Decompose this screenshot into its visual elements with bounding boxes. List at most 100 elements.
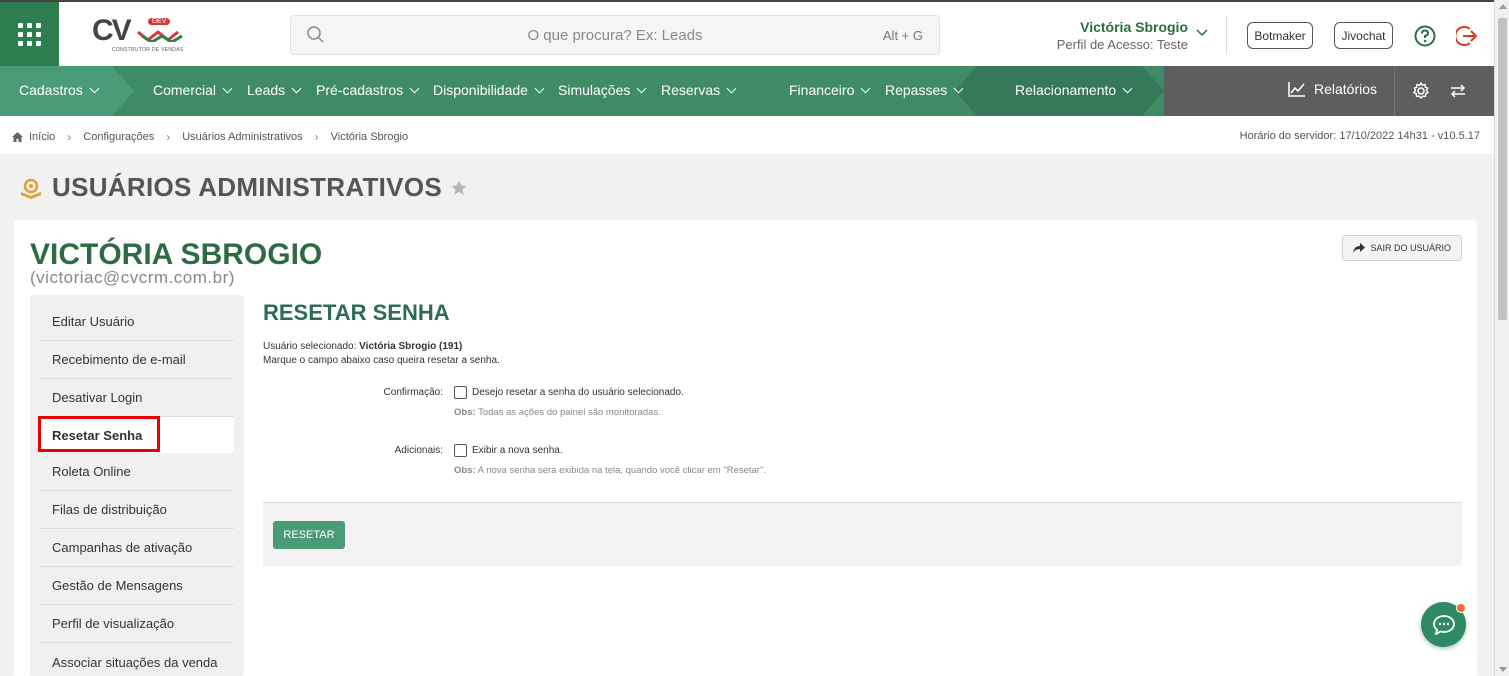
jivochat-button[interactable]: Jivochat [1334,22,1393,49]
chevron-down-icon [1122,83,1133,93]
user-title: VICTÓRIA SBROGIO [30,238,323,271]
nav-label: Financeiro [789,82,855,98]
form-title: RESETAR SENHA [263,300,450,325]
divider [1394,66,1395,116]
sidebar-item-recebimento-email[interactable]: Recebimento de e-mail [40,341,234,379]
obs-label: Obs: [454,465,476,476]
nav-cadastros[interactable]: Cadastros [19,82,100,98]
botmaker-button[interactable]: Botmaker [1247,22,1313,49]
chevron-right-icon: › [67,130,72,144]
scroll-up-icon[interactable] [1499,4,1507,9]
search-input[interactable]: O que procura? Ex: Leads Alt + G [290,15,940,55]
instruction-text: Marque o campo abaixo caso queira reseta… [263,355,500,366]
page-header: USUÁRIOS ADMINISTRATIVOS [18,172,468,203]
sidebar-item-filas-distribuicao[interactable]: Filas de distribuição [40,491,234,529]
sidebar-item-perfil-visualizacao[interactable]: Perfil de visualização [40,605,234,643]
logo[interactable]: CV DEV CONSTRUTOR DE VENDAS [92,14,192,58]
breadcrumb-item[interactable]: Usuários Administrativos [182,131,302,143]
nav-relacionamento[interactable]: Relacionamento [1015,82,1133,98]
star-icon[interactable] [450,179,468,197]
logout-icon[interactable] [1456,25,1478,47]
scroll-thumb[interactable] [1498,18,1507,320]
obs-label: Obs: [454,407,476,418]
user-email: (victoriac@cvcrm.com.br) [30,268,235,287]
logo-dev-badge: DEV [148,18,171,25]
chevron-down-icon [636,83,647,93]
page-title: USUÁRIOS ADMINISTRATIVOS [52,172,442,202]
logo-wave-icon [137,30,183,42]
breadcrumb: Início › Configurações › Usuários Admini… [12,130,408,144]
show-password-checkbox[interactable] [454,444,467,457]
chevron-down-icon [726,83,737,93]
nav-label: Repasses [885,82,948,98]
chevron-right-icon: › [166,130,171,144]
breadcrumb-item: Victória Sbrogio [330,131,409,143]
search-icon [307,26,324,43]
chart-line-icon [1288,82,1305,97]
chevron-down-icon [89,83,100,93]
grid-icon [18,22,41,46]
user-menu[interactable]: Victória Sbrogio Perfil de Acesso: Teste [1057,19,1188,52]
chevron-down-icon [291,83,302,93]
notification-dot [1456,603,1466,613]
selected-user-line: Usuário selecionado: Victória Sbrogio (1… [263,341,462,352]
nav-comercial[interactable]: Comercial [153,82,233,98]
top-bar: CV DEV CONSTRUTOR DE VENDAS O que procur… [0,0,1494,66]
swap-icon[interactable] [1450,84,1466,98]
breadcrumb-item[interactable]: Configurações [83,131,154,143]
chevron-down-icon [222,83,233,93]
nav-pre-cadastros[interactable]: Pré-cadastros [316,82,420,98]
confirm-obs: Obs: Todas as ações do painel são monito… [454,407,661,418]
chevron-down-icon [860,83,871,93]
logo-subtitle: CONSTRUTOR DE VENDAS [112,47,184,53]
help-icon[interactable] [1414,25,1436,47]
nav-label: Relacionamento [1015,82,1117,98]
search-shortcut: Alt + G [882,28,923,43]
chevron-down-icon [409,83,420,93]
confirm-label: Confirmação: [383,387,443,398]
obs-text: A nova senha será exibida na tela, quand… [477,465,766,476]
selected-user-value: Victória Sbrogio (191) [359,341,463,352]
logout-user-button[interactable]: SAIR DO USUÁRIO [1342,235,1462,261]
nav-label: Disponibilidade [433,82,528,98]
sidebar: Editar Usuário Recebimento de e-mail Des… [30,295,244,676]
nav-label: Pré-cadastros [316,82,404,98]
nav-financeiro[interactable]: Financeiro [789,82,871,98]
nav-label: Comercial [153,82,217,98]
breadcrumb-item[interactable]: Início [29,131,55,143]
nav-simulacoes[interactable]: Simulações [558,82,647,98]
users-config-icon [21,178,41,199]
chevron-down-icon [953,83,964,93]
search-placeholder: O que procura? Ex: Leads [527,26,703,44]
sidebar-item-campanhas-ativacao[interactable]: Campanhas de ativação [40,529,234,567]
sidebar-item-associar-situacoes[interactable]: Associar situações da venda [40,643,234,676]
nav-disponibilidade[interactable]: Disponibilidade [433,82,545,98]
form-footer: RESETAR [263,502,1462,566]
server-time: Horário do servidor: 17/10/2022 14h31 - … [1239,130,1480,142]
highlight-box [38,416,160,452]
reset-button[interactable]: RESETAR [273,521,345,549]
scrollbar[interactable] [1494,0,1509,676]
nav-repasses[interactable]: Repasses [885,82,964,98]
nav-reservas[interactable]: Reservas [661,82,737,98]
user-name: Victória Sbrogio [1080,19,1188,35]
share-arrow-icon [1353,243,1366,253]
sidebar-item-desativar-login[interactable]: Desativar Login [40,379,234,417]
nav-relatorios[interactable]: Relatórios [1288,81,1377,97]
breadcrumb-bar: Início › Configurações › Usuários Admini… [0,116,1494,154]
main-card: VICTÓRIA SBROGIO (victoriac@cvcrm.com.br… [14,220,1477,676]
nav-leads[interactable]: Leads [247,82,302,98]
confirm-checkbox[interactable] [454,386,467,399]
app-menu-button[interactable] [0,2,59,66]
obs-text: Todas as ações do painel são monitoradas… [478,407,661,418]
chat-bubble-icon [1432,614,1455,635]
nav-label: Cadastros [19,82,83,98]
gear-icon[interactable] [1412,82,1430,100]
confirm-text: Desejo resetar a senha do usuário seleci… [472,387,684,398]
chevron-down-icon[interactable] [1196,29,1208,37]
sidebar-item-gestao-mensagens[interactable]: Gestão de Mensagens [40,567,234,605]
scroll-down-icon[interactable] [1499,667,1507,672]
sidebar-item-editar-usuario[interactable]: Editar Usuário [40,303,234,341]
nav-label: Reservas [661,82,721,98]
sidebar-item-roleta-online[interactable]: Roleta Online [40,453,234,491]
